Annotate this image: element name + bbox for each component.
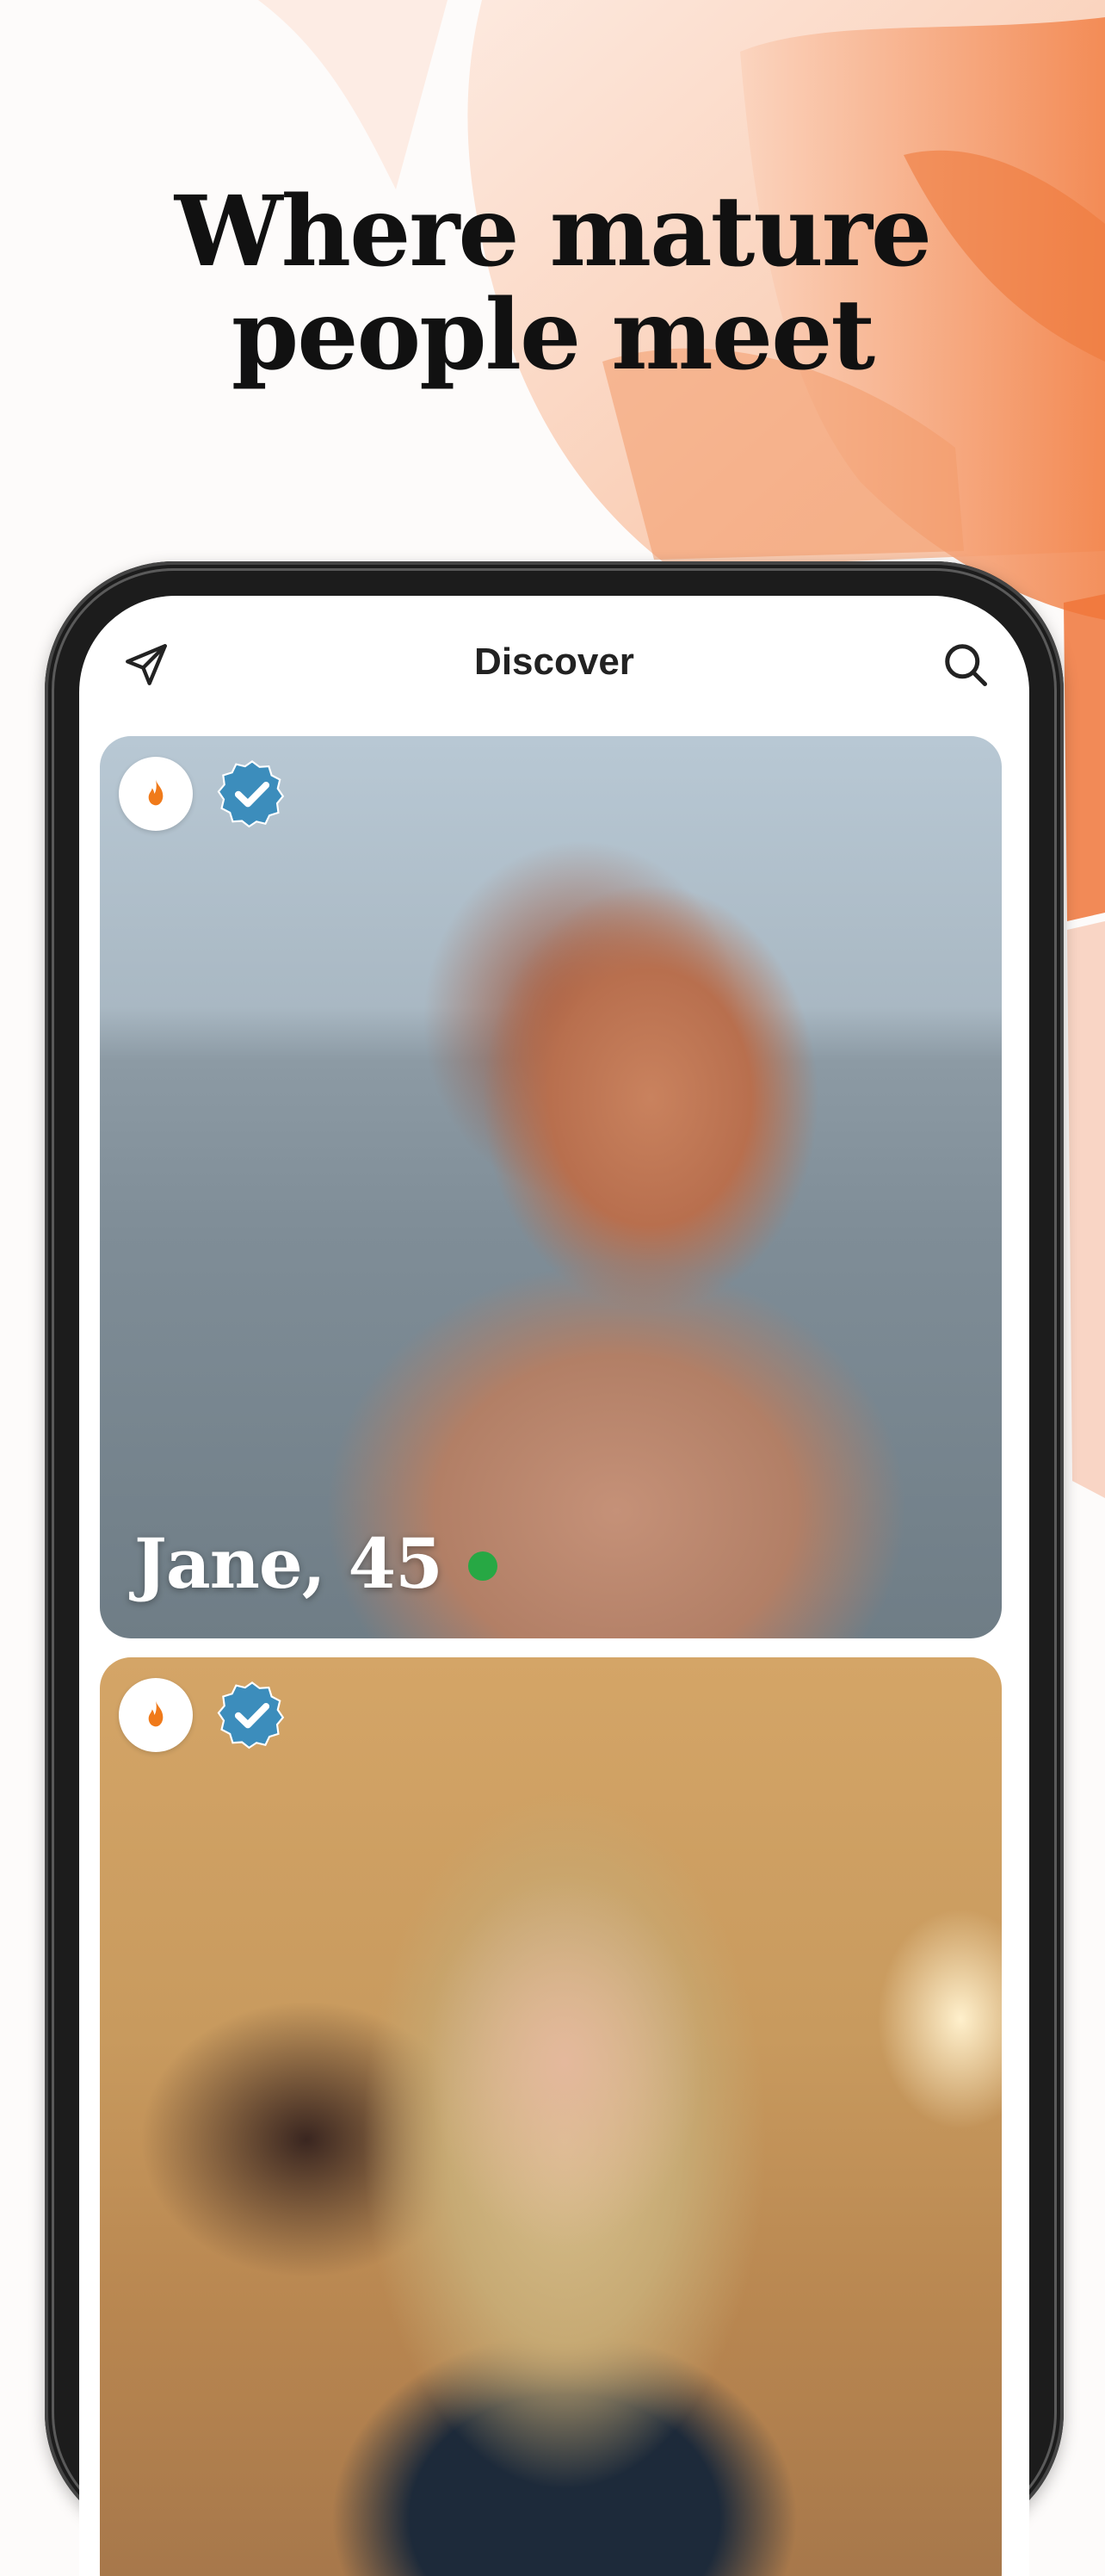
flame-icon: [148, 779, 164, 806]
app-header: Discover: [79, 596, 1029, 723]
phone-mockup: Discover Jane, 45: [45, 561, 1064, 2576]
boost-badge: [119, 1678, 193, 1752]
online-status-dot: [467, 1551, 497, 1581]
app-screen: Discover Jane, 45: [79, 596, 1029, 2576]
flame-icon: [148, 1700, 164, 1727]
verified-icon: [217, 760, 285, 828]
page-title: Discover: [474, 641, 634, 683]
headline: Where mature people meet: [0, 181, 1105, 387]
verified-icon: [217, 1681, 285, 1749]
verified-badge: [215, 1678, 289, 1752]
profile-name-age: Jane, 45: [134, 1523, 443, 1604]
boost-badge: [119, 757, 193, 831]
verified-badge: [215, 757, 289, 831]
search-button[interactable]: [935, 634, 997, 696]
headline-line-1: Where mature: [174, 176, 932, 288]
headline-line-2: people meet: [231, 279, 875, 392]
profile-card[interactable]: Jane, 45: [100, 736, 1002, 1638]
search-icon: [945, 644, 987, 686]
profile-name-row: Jane, 45: [134, 1523, 497, 1604]
profile-card[interactable]: [100, 1657, 1002, 2576]
